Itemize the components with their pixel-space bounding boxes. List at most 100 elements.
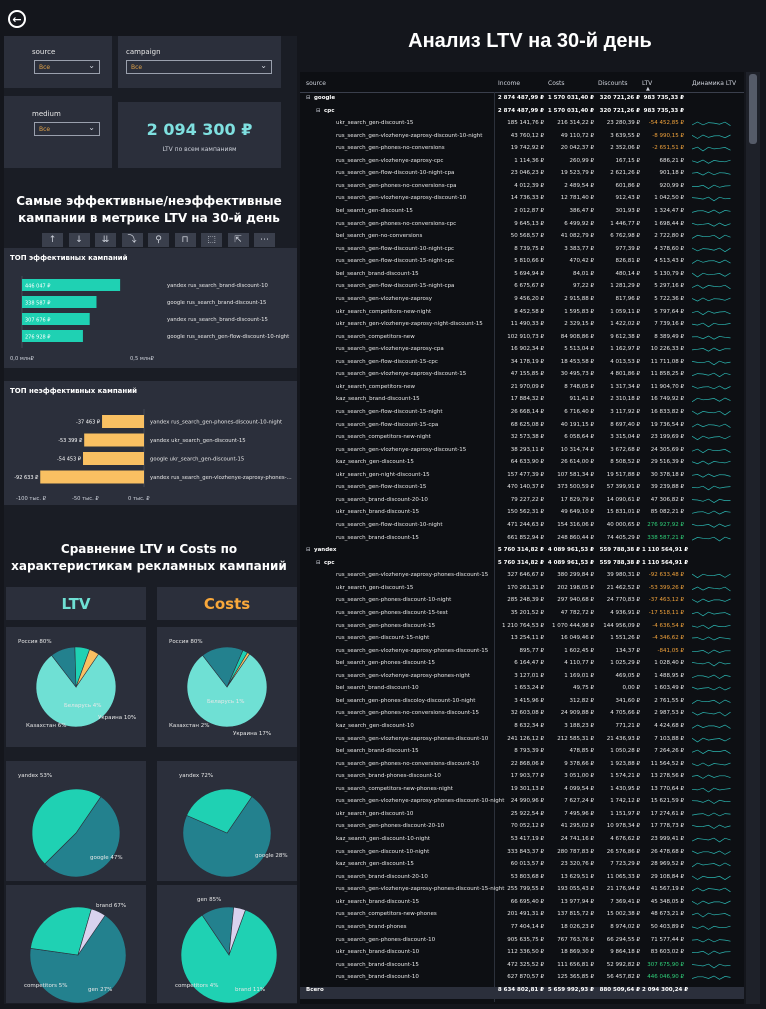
sparkline-line xyxy=(692,875,731,880)
row-income: 13 254,11 ₽ xyxy=(510,635,544,642)
collapse-toggle-icon[interactable]: ⊟ xyxy=(316,560,321,566)
row-income: 3 415,96 ₽ xyxy=(514,697,544,704)
scrollbar-thumb[interactable] xyxy=(749,74,757,144)
table-row[interactable]: Всего 8 634 802,81 ₽5 659 992,93 ₽ 880 509… xyxy=(300,986,744,999)
row-source: yandex xyxy=(314,547,337,554)
row-discounts: 21 436,93 ₽ xyxy=(606,735,640,742)
row-ltv: 446 046,90 ₽ xyxy=(647,974,684,981)
export-icon: ⇱ xyxy=(234,235,242,245)
row-ltv: 4 424,68 ₽ xyxy=(654,723,684,729)
arrow-down-icon: ↓ xyxy=(75,235,83,245)
pie-slice-label: yandex 72% xyxy=(179,773,214,779)
row-discounts: 2 352,06 ₽ xyxy=(610,145,640,152)
sparkline-line xyxy=(692,787,731,793)
sparkline-line xyxy=(692,159,731,164)
table-scrollbar[interactable] xyxy=(746,72,760,1004)
row-discounts: 3 639,55 ₽ xyxy=(610,132,640,139)
pie-card-ltv: yandex 53% google 47% xyxy=(6,761,146,881)
row-ltv: 5 797,64 ₽ xyxy=(654,308,684,315)
sparkline xyxy=(692,661,731,667)
row-costs: 84 908,86 ₽ xyxy=(560,333,594,340)
pie-slice-label: Россия 80% xyxy=(169,639,203,645)
row-source: ukr_search_gen-discount-15 xyxy=(336,584,414,591)
export-button[interactable]: ⇱ xyxy=(227,233,249,247)
column-header[interactable]: Динамика LTV xyxy=(692,80,736,87)
ltv-header: LTV xyxy=(61,595,91,613)
row-income: 1 653,24 ₽ xyxy=(514,685,544,692)
column-header[interactable]: Income xyxy=(498,80,520,87)
row-source: rus_search_competitors-new-phones-night xyxy=(336,785,453,792)
focus-button[interactable]: ⬚ xyxy=(201,233,222,247)
row-costs: 5 513,04 ₽ xyxy=(564,346,594,353)
filter-button[interactable]: ⊓ xyxy=(174,233,196,247)
row-discounts: 57 399,91 ₽ xyxy=(606,484,640,491)
row-discounts: 4 936,91 ₽ xyxy=(610,609,640,616)
sparkline xyxy=(692,473,731,478)
row-costs: 1 595,83 ₽ xyxy=(564,308,594,315)
row-income: 53 417,19 ₽ xyxy=(510,836,544,843)
more-button[interactable]: ⋯ xyxy=(254,233,275,247)
row-discounts: 26 576,86 ₽ xyxy=(606,848,640,855)
row-income: 35 201,52 ₽ xyxy=(510,609,544,616)
row-income: 38 293,11 ₽ xyxy=(510,446,544,453)
row-discounts: 56 457,82 ₽ xyxy=(606,974,640,981)
row-ltv: 1 042,50 ₽ xyxy=(654,195,684,202)
sparkline-line xyxy=(692,448,731,453)
sparkline xyxy=(692,699,731,704)
arrow-down-button[interactable]: ↓ xyxy=(68,233,90,247)
row-ltv: 686,21 ₽ xyxy=(659,157,685,164)
row-costs: 478,85 ₽ xyxy=(569,748,595,755)
sparkline-line xyxy=(692,636,731,641)
arrow-up-button[interactable]: ↑ xyxy=(42,233,63,247)
sparkline xyxy=(692,774,731,780)
medium-select[interactable]: Все ⌄ xyxy=(34,122,100,136)
filter-source-card: source Все ⌄ xyxy=(4,36,112,88)
campaign-select[interactable]: Все ⌄ xyxy=(126,60,272,74)
row-income: 79 227,22 ₽ xyxy=(510,496,544,503)
sparkline xyxy=(692,373,731,378)
row-income: 112 336,50 ₽ xyxy=(507,949,544,956)
row-income: 23 046,23 ₽ xyxy=(510,170,544,177)
sparkline xyxy=(692,460,731,465)
focus-icon: ⬚ xyxy=(207,235,216,245)
sparkline-line xyxy=(692,649,731,654)
double-arrow-down-button[interactable]: ⇊ xyxy=(95,233,116,247)
row-ltv: 1 603,49 ₽ xyxy=(654,685,684,692)
row-costs: 26 614,00 ₽ xyxy=(560,459,594,466)
collapse-toggle-icon[interactable]: ⊟ xyxy=(306,95,311,101)
column-header[interactable]: source xyxy=(306,80,326,87)
sparkline-line xyxy=(692,900,731,905)
column-header[interactable]: Costs xyxy=(548,80,564,87)
sparkline xyxy=(692,586,731,592)
row-income: 471 244,63 ₽ xyxy=(507,522,544,529)
column-header[interactable]: Discounts xyxy=(598,80,627,87)
pin-button[interactable]: ⚲ xyxy=(148,233,169,247)
row-source: rus_search_gen-phones-discount-10-night xyxy=(336,597,452,604)
row-source: rus_search_gen-flow-discount-15-night-cp… xyxy=(336,258,455,265)
header-divider xyxy=(300,92,744,93)
category-label: google rus_search_brand-discount-15 xyxy=(167,300,266,306)
collapse-toggle-icon[interactable]: ⊟ xyxy=(306,547,311,553)
pie-slice-label: google 28% xyxy=(255,853,288,859)
sparkline xyxy=(692,749,731,755)
drill-button[interactable]: ⤵ xyxy=(121,233,143,247)
row-ltv: 1 324,47 ₽ xyxy=(654,208,684,215)
sparkline-line xyxy=(692,573,731,579)
sparkline-line xyxy=(692,850,731,855)
source-select[interactable]: Все ⌄ xyxy=(34,60,100,74)
sparkline-line xyxy=(692,712,731,717)
sparkline xyxy=(692,523,731,528)
collapse-toggle-icon[interactable]: ⊟ xyxy=(316,108,321,114)
sparkline xyxy=(692,674,731,679)
sparkline xyxy=(692,121,731,127)
row-costs: 193 055,43 ₽ xyxy=(557,886,594,893)
pie-card-ltv: brand 67% gen 27% competitors 5% xyxy=(6,885,146,1003)
row-income: 5 760 314,82 ₽ xyxy=(497,559,544,566)
back-button[interactable]: ← xyxy=(8,10,26,28)
row-discounts: 11 065,33 ₽ xyxy=(606,873,640,880)
sparkline-line xyxy=(692,950,731,955)
row-source: rus_search_gen-vlozhenye-zaprosy-phones-… xyxy=(336,672,471,679)
row-discounts: 74 405,29 ₽ xyxy=(606,534,640,541)
bar xyxy=(40,470,145,484)
row-source: rus_search_gen-phones-discount-20-10 xyxy=(336,823,445,830)
